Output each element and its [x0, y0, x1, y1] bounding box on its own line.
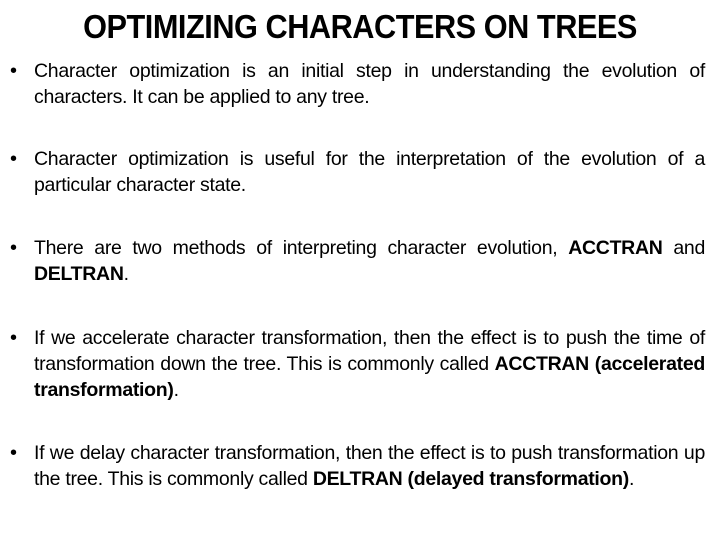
- bullet-item: • If we accelerate character transformat…: [10, 325, 705, 403]
- text-run: Character optimization is useful for the…: [34, 148, 705, 196]
- slide-title: OPTIMIZING CHARACTERS ON TREES: [83, 8, 637, 45]
- bullet-text: There are two methods of interpreting ch…: [34, 235, 705, 287]
- bullet-item: • If we delay character transformation, …: [10, 440, 705, 492]
- bullet-text: Character optimization is an initial ste…: [34, 58, 705, 110]
- bullet-item: • Character optimization is useful for t…: [10, 146, 705, 198]
- bullet-item: • There are two methods of interpreting …: [10, 235, 705, 287]
- bullet-icon: •: [10, 237, 18, 259]
- bullet-icon: •: [10, 442, 18, 464]
- text-run: and: [662, 237, 705, 259]
- bullet-item: • Character optimization is an initial s…: [10, 58, 705, 110]
- text-run: Character optimization is an initial ste…: [34, 60, 705, 108]
- emphasis-text: DELTRAN: [34, 263, 124, 285]
- emphasis-text: DELTRAN (delayed transformation): [312, 468, 629, 490]
- bullet-text: If we delay character transformation, th…: [34, 440, 705, 492]
- bullet-icon: •: [10, 148, 18, 170]
- text-run: .: [628, 468, 635, 490]
- bullet-text: If we accelerate character transformatio…: [34, 325, 705, 403]
- bullet-icon: •: [10, 327, 18, 349]
- text-run: There are two methods of interpreting ch…: [34, 237, 569, 259]
- text-run: .: [173, 379, 179, 401]
- emphasis-text: ACCTRAN: [568, 237, 663, 259]
- bullet-icon: •: [10, 60, 18, 82]
- text-run: .: [123, 263, 129, 285]
- bullet-text: Character optimization is useful for the…: [34, 146, 705, 198]
